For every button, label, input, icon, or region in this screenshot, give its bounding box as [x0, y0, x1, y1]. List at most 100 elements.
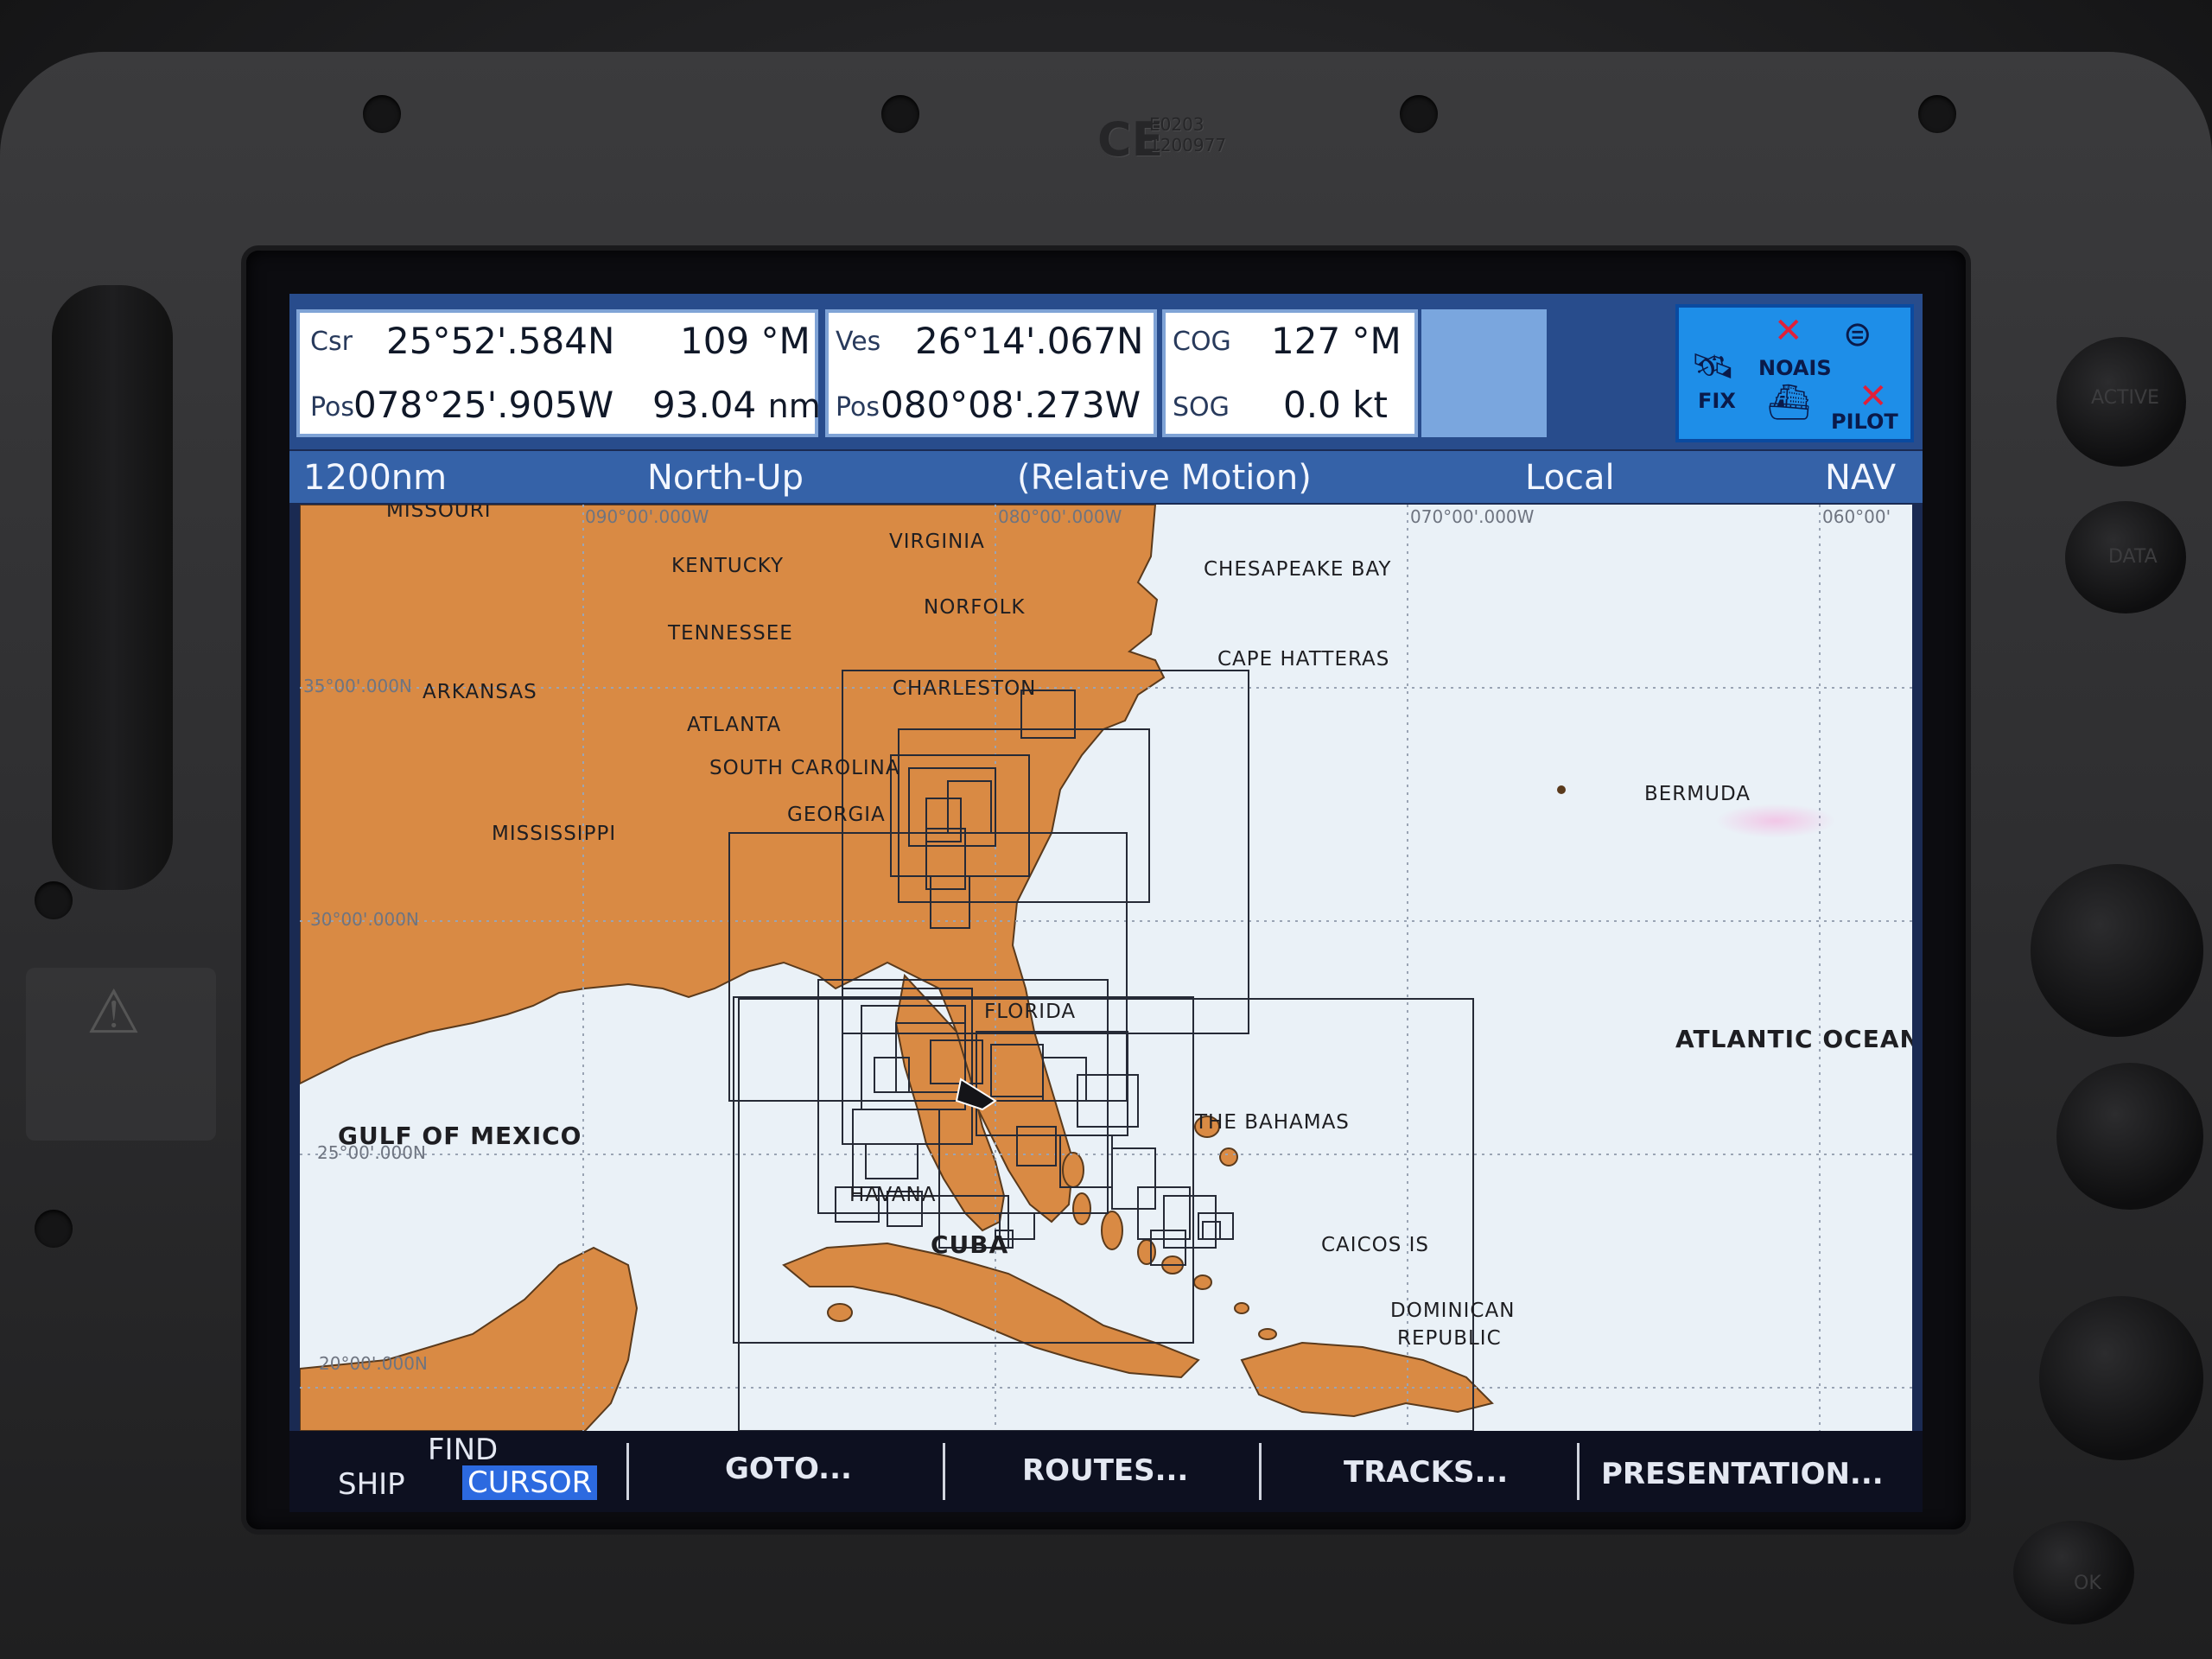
bezel-screw [881, 95, 919, 133]
place-republic: REPUBLIC [1397, 1327, 1502, 1350]
place-the-bahamas: THE BAHAMAS [1195, 1111, 1350, 1134]
place-norfolk: NORFOLK [924, 596, 1026, 619]
direction-pad[interactable] [2039, 1296, 2203, 1460]
bezel-screw [35, 1210, 73, 1248]
cog-value: 127 °M [1271, 320, 1402, 362]
gps-satellite-icon: 🛰 [1691, 346, 1735, 386]
tracks-softkey[interactable]: TRACKS... [1344, 1455, 1508, 1490]
place-havana: HAVANA [849, 1184, 937, 1206]
presentation-softkey[interactable]: PRESENTATION... [1601, 1457, 1884, 1491]
place-atlantic-ocean: ATLANTIC OCEAN [1675, 1025, 1912, 1053]
place-atlanta: ATLANTA [687, 714, 782, 736]
chart-canvas [300, 505, 1912, 1431]
course-speed-box[interactable]: COG SOG 127 °M 0.0 kt [1162, 309, 1418, 437]
pilot-label: PILOT [1831, 410, 1898, 434]
ok-button-label: OK [2074, 1573, 2101, 1594]
place-caicos-is: CAICOS IS [1321, 1234, 1430, 1256]
ce-code: E0203 1200977 [1149, 114, 1227, 156]
empty-data-box [1421, 309, 1547, 437]
bezel-screw [363, 95, 401, 133]
time-mode: Local [1525, 458, 1615, 498]
nav-mode: NAV [1825, 458, 1897, 498]
cursor-longitude: 078°25'.905W [353, 384, 614, 426]
cursor-range: 93.04 nm [652, 384, 821, 426]
isla-juventud [827, 1303, 853, 1322]
range-scale[interactable]: 1200nm [303, 458, 447, 498]
chartplotter-screen: Csr Pos 25°52'.584N 078°25'.905W 109 °M … [289, 294, 1923, 1512]
find-ship-softkey[interactable]: SHIP [338, 1467, 405, 1502]
place-cuba: CUBA [931, 1230, 1009, 1259]
radar-icon: ⊜ [1843, 315, 1872, 354]
grid-label-20n: 20°00'.000N [319, 1353, 428, 1374]
warning-plate: ⚠ [26, 968, 216, 1141]
chart-title-bar: 1200nm North-Up (Relative Motion) Local … [289, 451, 1923, 503]
fix-label: FIX [1698, 389, 1736, 413]
cursor-pos-label: Pos [310, 392, 355, 423]
place-virginia: VIRGINIA [889, 531, 985, 553]
screen-glare [1715, 804, 1836, 838]
place-bermuda: BERMUDA [1644, 783, 1751, 805]
place-cape-hatteras: CAPE HATTERAS [1217, 648, 1390, 671]
cog-label: COG [1173, 327, 1231, 357]
routes-softkey[interactable]: ROUTES... [1022, 1453, 1188, 1488]
cursor-position-box[interactable]: Csr Pos 25°52'.584N 078°25'.905W 109 °M … [296, 309, 821, 437]
bezel-screw [1400, 95, 1438, 133]
vessel-label: Ves [836, 327, 881, 357]
find-cursor-softkey[interactable]: CURSOR [462, 1465, 598, 1500]
place-georgia: GEORGIA [787, 804, 886, 826]
softkey-divider [626, 1443, 629, 1500]
bahamas-islands [1062, 1116, 1277, 1340]
softkey-divider [1259, 1443, 1262, 1500]
bezel-screw [1918, 95, 1956, 133]
chart-view[interactable]: 090°00'.000W 080°00'.000W 070°00'.000W 0… [300, 505, 1912, 1431]
softkey-divider [943, 1443, 945, 1500]
hispaniola-island [1240, 1341, 1494, 1418]
grid-label-090w: 090°00'.000W [585, 506, 709, 527]
vessel-latitude: 26°14'.067N [915, 320, 1144, 362]
sog-value: 0.0 kt [1283, 384, 1388, 426]
place-tennessee: TENNESSEE [668, 622, 793, 645]
find-label: FIND [428, 1433, 499, 1467]
bermuda-island [1557, 785, 1566, 794]
place-missouri: MISSOURI [386, 505, 492, 522]
place-chesapeake-bay: CHESAPEAKE BAY [1204, 558, 1392, 581]
grid-label-080w: 080°00'.000W [998, 506, 1122, 527]
status-panel[interactable]: 🛰 FIX ✕ NOAIS ⛴ ⊜ ✕ PILOT [1675, 304, 1914, 442]
vessel-longitude: 080°08'.273W [880, 384, 1141, 426]
noais-label: NOAIS [1758, 356, 1832, 380]
sog-label: SOG [1173, 392, 1230, 423]
vessel-pos-label: Pos [836, 392, 880, 423]
noais-x-icon: ✕ [1774, 311, 1803, 351]
grid-label-070w: 070°00'.000W [1410, 506, 1535, 527]
vessel-icon: ⛴ [1767, 383, 1811, 423]
warning-icon: ⚠ [86, 976, 141, 1047]
cursor-label: Csr [310, 327, 353, 357]
cursor-bearing: 109 °M [680, 320, 810, 362]
goto-softkey[interactable]: GOTO... [725, 1452, 852, 1486]
orientation-mode[interactable]: North-Up [647, 458, 804, 498]
grid-label-060w: 060°00' [1822, 506, 1891, 527]
place-charleston: CHARLESTON [893, 677, 1037, 700]
softkey-divider [1577, 1443, 1580, 1500]
place-gulf-of-mexico: GULF OF MEXICO [338, 1122, 582, 1150]
us-landmass [300, 505, 1166, 1224]
cursor-latitude: 25°52'.584N [386, 320, 615, 362]
place-kentucky: KENTUCKY [671, 555, 785, 577]
data-bar: Csr Pos 25°52'.584N 078°25'.905W 109 °M … [289, 294, 1923, 449]
rotary-knob[interactable] [2031, 864, 2203, 1037]
place-arkansas: ARKANSAS [423, 681, 537, 703]
place-florida: FLORIDA [984, 1001, 1077, 1023]
place-dominican: DOMINICAN [1390, 1300, 1516, 1322]
softkey-bar: FIND SHIP CURSOR GOTO... ROUTES... TRACK… [289, 1431, 1923, 1512]
yucatan-landmass [300, 1246, 639, 1431]
grid-label-30n: 30°00'.000N [310, 909, 419, 930]
card-slot [52, 285, 173, 890]
data-button-label: DATA [2108, 546, 2158, 568]
place-mississippi: MISSISSIPPI [492, 823, 617, 845]
vessel-position-box[interactable]: Ves Pos 26°14'.067N 080°08'.273W [825, 309, 1157, 437]
motion-mode[interactable]: (Relative Motion) [1017, 458, 1312, 498]
active-button-label: ACTIVE [2091, 387, 2159, 409]
grid-label-35n: 35°00'.000N [303, 676, 412, 696]
joystick[interactable] [2056, 1063, 2203, 1210]
place-south-carolina: SOUTH CAROLINA [709, 757, 900, 779]
